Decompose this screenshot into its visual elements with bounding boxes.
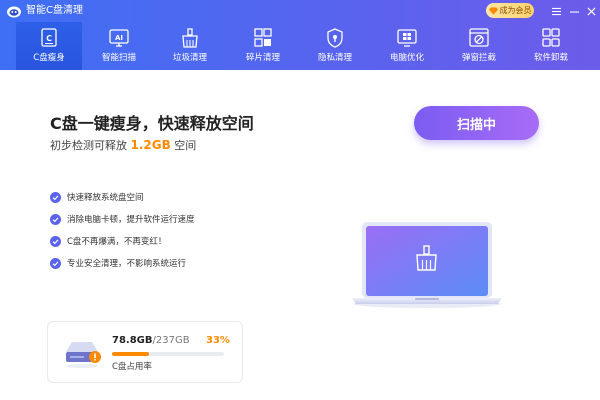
- feature-list: 快速释放系统盘空间 消除电脑卡顿，提升软件运行速度 C盘不再爆满，不再变红！ 专…: [50, 186, 310, 274]
- title-bar: 智能C盘清理 成为会员: [0, 0, 600, 22]
- menu-button[interactable]: [548, 3, 564, 19]
- check-icon: [50, 191, 61, 203]
- disk-usage-bar-fill: [112, 352, 149, 356]
- list-item: 消除电脑卡顿，提升软件运行速度: [50, 208, 310, 230]
- feature-text: C盘不再爆满，不再变红！: [67, 237, 167, 247]
- check-icon: [50, 257, 61, 269]
- close-button[interactable]: [583, 3, 599, 19]
- tab-label: 弹窗拦截: [461, 53, 496, 63]
- tab-c-drive-slim[interactable]: C C盘瘦身: [16, 22, 82, 70]
- release-suffix: 空间: [174, 139, 197, 152]
- ai-scan-icon: AI: [108, 28, 130, 48]
- menu-icon: [551, 7, 561, 15]
- minimize-button[interactable]: [566, 3, 582, 19]
- tab-label: 隐私清理: [317, 53, 352, 63]
- scan-button[interactable]: 扫描中: [414, 106, 539, 140]
- list-item: 专业安全清理，不影响系统运行: [50, 252, 310, 274]
- release-prefix: 初步检测可释放: [50, 139, 127, 152]
- app-logo-icon: [7, 6, 21, 18]
- become-member-button[interactable]: 成为会员: [486, 3, 534, 18]
- diamond-icon: [488, 6, 498, 15]
- main-nav: C C盘瘦身 AI 智能扫描 垃圾清理 碎片清理 隐私清理 电脑优化 弹窗拦截 …: [0, 22, 600, 70]
- windows-optimize-icon: [396, 28, 418, 48]
- apps-uninstall-icon: [540, 28, 562, 48]
- fragments-icon: [252, 28, 274, 48]
- tab-label: 垃圾清理: [172, 53, 207, 63]
- tab-label: 电脑优化: [389, 53, 424, 63]
- release-estimate: 初步检测可释放 1.2GB 空间: [50, 138, 196, 153]
- feature-text: 快速释放系统盘空间: [67, 193, 144, 203]
- disk-usage-label: C盘占用率: [112, 362, 152, 372]
- list-item: 快速释放系统盘空间: [50, 186, 310, 208]
- feature-text: 消除电脑卡顿，提升软件运行速度: [67, 215, 195, 225]
- tab-label: 碎片清理: [245, 53, 280, 63]
- tab-label: 智能扫描: [101, 53, 136, 63]
- become-member-label: 成为会员: [499, 6, 532, 15]
- broom-icon: [179, 28, 201, 48]
- svg-text:AI: AI: [115, 34, 123, 42]
- tab-fragment-clean[interactable]: 碎片清理: [230, 22, 296, 70]
- tab-software-uninstall[interactable]: 软件卸载: [518, 22, 584, 70]
- tab-smart-scan[interactable]: AI 智能扫描: [86, 22, 152, 70]
- disk-usage-card: 78.8GB/237GB 33% C盘占用率: [47, 321, 243, 383]
- popup-block-icon: [468, 28, 490, 48]
- check-icon: [50, 235, 61, 247]
- check-icon: [50, 213, 61, 225]
- privacy-shield-icon: [324, 28, 346, 48]
- tab-junk-clean[interactable]: 垃圾清理: [157, 22, 223, 70]
- disk-percent: 33%: [206, 335, 230, 346]
- c-drive-icon: C: [38, 28, 60, 48]
- tab-privacy-clean[interactable]: 隐私清理: [302, 22, 368, 70]
- hard-drive-warning-icon: [66, 342, 101, 368]
- minimize-icon: [569, 11, 579, 13]
- app-title: 智能C盘清理: [26, 5, 83, 16]
- tab-label: 软件卸载: [533, 53, 568, 63]
- close-icon: [586, 6, 596, 16]
- svg-text:C: C: [46, 34, 52, 43]
- tab-label: C盘瘦身: [33, 53, 65, 63]
- disk-used: 78.8GB: [112, 335, 153, 346]
- disk-total: 237GB: [155, 335, 190, 346]
- page-headline: C盘一键瘦身，快速释放空间: [50, 114, 254, 133]
- list-item: C盘不再爆满，不再变红！: [50, 230, 310, 252]
- disk-usage-bar: [112, 352, 224, 356]
- disk-usage-text: 78.8GB/237GB: [112, 335, 190, 346]
- tab-pc-optimize[interactable]: 电脑优化: [374, 22, 440, 70]
- app-header: 智能C盘清理 成为会员 C C盘瘦身 AI 智能扫描 垃圾清理 碎片清理 隐私清…: [0, 0, 600, 70]
- tab-popup-block[interactable]: 弹窗拦截: [446, 22, 512, 70]
- feature-text: 专业安全清理，不影响系统运行: [67, 259, 187, 269]
- release-value: 1.2GB: [130, 138, 171, 152]
- laptop-illustration: [352, 222, 502, 308]
